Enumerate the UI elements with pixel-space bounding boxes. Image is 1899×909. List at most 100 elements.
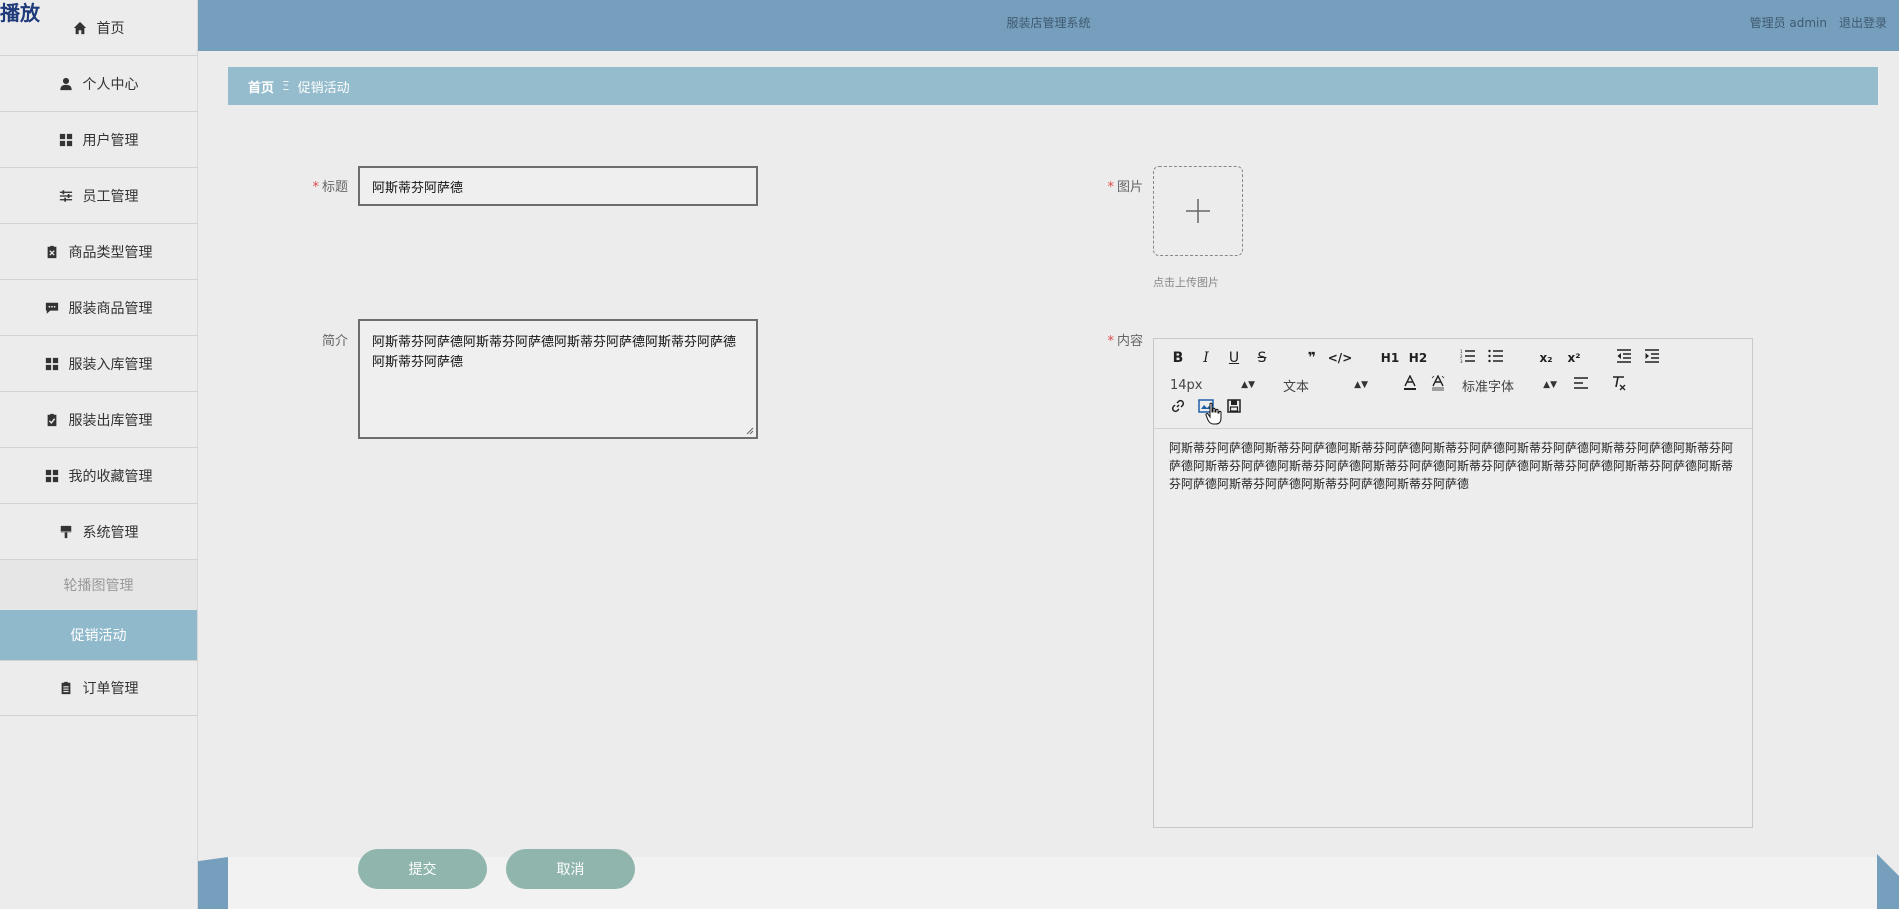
bullet-list-icon [1488,349,1503,363]
title-label-text: 标题 [321,180,348,195]
home-icon [73,21,87,35]
outdent-icon [1617,349,1631,363]
intro-label-text: 简介 [321,334,348,349]
link-icon [1171,399,1185,413]
intro-textarea[interactable]: 阿斯蒂芬阿萨德阿斯蒂芬阿萨德阿斯蒂芬阿萨德阿斯蒂芬阿萨德阿斯蒂芬阿萨德 [358,319,758,439]
subscript-button[interactable]: x₂ [1532,351,1560,365]
required-mark: * [312,180,319,195]
align-button[interactable] [1567,376,1595,394]
sidebar-item-label: 首页 [96,20,125,37]
ordered-list-icon: 123 [1460,349,1475,364]
background-color-button[interactable] [1424,374,1452,395]
underline-button[interactable]: U [1220,350,1248,366]
font-color-icon [1404,374,1416,390]
format-value: 文本 [1283,379,1310,395]
logout-link[interactable]: 退出登录 [1839,14,1887,31]
italic-button[interactable]: I [1192,350,1220,366]
clear-format-button[interactable] [1605,375,1633,395]
editor-toolbar: B I U S ❞ </> H1 H2 123 x₂ x² 14px ▲▼ 文本… [1154,339,1752,429]
sidebar-item-label: 服装入库管理 [68,356,153,373]
breadcrumb: 首页 Ξ 促销活动 [228,67,1878,105]
indent-icon [1645,349,1659,363]
indent-button[interactable] [1638,349,1666,367]
clear-format-icon [1613,376,1626,391]
superscript-button[interactable]: x² [1560,351,1588,365]
intro-textarea-value: 阿斯蒂芬阿萨德阿斯蒂芬阿萨德阿斯蒂芬阿萨德阿斯蒂芬阿萨德阿斯蒂芬阿萨德 [372,335,737,370]
sidebar-item-label: 系统管理 [82,524,139,541]
font-color-button[interactable] [1396,374,1424,395]
select-arrows-icon: ▲▼ [1543,380,1557,390]
app-title: 服装店管理系统 [1006,16,1091,30]
sidebar-item-label: 服装出库管理 [68,412,153,429]
logo: 播放 [0,1,40,25]
sidebar-item-orders[interactable]: 订单管理 [0,660,197,716]
grid-icon [59,133,73,147]
sidebar-subitem-carousel[interactable]: 轮播图管理 [0,560,197,610]
font-family-select[interactable]: 标准字体 ▲▼ [1462,376,1557,395]
sidebar-item-system[interactable]: 系统管理 [0,504,197,560]
select-arrows-icon: ▲▼ [1354,380,1368,390]
align-left-icon [1574,377,1588,389]
outdent-button[interactable] [1610,349,1638,367]
editor-content-area[interactable]: 阿斯蒂芬阿萨德阿斯蒂芬阿萨德阿斯蒂芬阿萨德阿斯蒂芬阿萨德阿斯蒂芬阿萨德阿斯蒂芬阿… [1154,429,1752,503]
header-user-area: 管理员 admin 退出登录 [1750,14,1887,31]
breadcrumb-home[interactable]: 首页 [248,77,274,96]
current-user: 管理员 admin [1749,16,1827,30]
cancel-button-label: 取消 [556,862,585,878]
sidebar-item-user-management[interactable]: 用户管理 [0,112,197,168]
sidebar-item-product-type[interactable]: 商品类型管理 [0,224,197,280]
select-arrows-icon: ▲▼ [1241,380,1255,390]
link-button[interactable] [1164,399,1192,417]
bottom-right-decoration [1877,854,1899,909]
strikethrough-button[interactable]: S [1248,350,1276,366]
sidebar-subitem-label: 轮播图管理 [63,578,134,594]
sidebar-subitem-promotion[interactable]: 促销活动 [0,610,197,660]
upload-hint: 点击上传图片 [1153,276,1219,289]
sidebar-item-label: 用户管理 [82,132,139,149]
grid-icon [45,357,59,371]
sidebar-item-stock-out[interactable]: 服装出库管理 [0,392,197,448]
brush-icon [59,525,73,539]
code-block-button[interactable]: </> [1326,351,1354,365]
required-mark: * [1107,334,1114,349]
format-select[interactable]: 文本 ▲▼ [1283,376,1368,395]
sidebar-item-stock-in[interactable]: 服装入库管理 [0,336,197,392]
image-label: * 图片 [1095,176,1143,195]
submit-button-label: 提交 [408,862,437,878]
sidebar-item-staff-management[interactable]: 员工管理 [0,168,197,224]
breadcrumb-separator: Ξ [282,79,290,93]
ordered-list-button[interactable]: 123 [1454,349,1482,367]
user-icon [59,77,73,91]
grid-icon [45,469,59,483]
sidebar-item-favorites[interactable]: 我的收藏管理 [0,448,197,504]
sidebar-item-personal-center[interactable]: 个人中心 [0,56,197,112]
sidebar-item-label: 商品类型管理 [68,244,153,261]
font-size-value: 14px [1170,377,1203,393]
bullet-list-button[interactable] [1482,349,1510,367]
clipboard-list-icon [59,681,73,695]
image-label-text: 图片 [1116,180,1143,195]
image-upload-box[interactable] [1153,166,1243,256]
clipboard-x-icon [45,245,59,259]
video-icon [1227,399,1241,413]
resize-handle-icon[interactable] [746,427,754,435]
sidebar-item-label: 订单管理 [82,681,139,697]
blockquote-button[interactable]: ❞ [1298,350,1326,366]
title-input[interactable]: 阿斯蒂芬阿萨德 [358,166,758,206]
sidebar-item-label: 员工管理 [82,188,139,205]
cancel-button[interactable]: 取消 [506,849,635,889]
heading1-button[interactable]: H1 [1376,351,1404,365]
content-label-text: 内容 [1116,334,1143,349]
editor-content-text: 阿斯蒂芬阿萨德阿斯蒂芬阿萨德阿斯蒂芬阿萨德阿斯蒂芬阿萨德阿斯蒂芬阿萨德阿斯蒂芬阿… [1169,441,1734,491]
sidebar-item-label: 服装商品管理 [68,300,153,317]
required-mark: * [1107,180,1114,195]
message-icon [45,301,59,315]
video-button[interactable] [1220,399,1248,417]
submit-button[interactable]: 提交 [358,849,487,889]
font-size-select[interactable]: 14px ▲▼ [1170,378,1255,393]
heading2-button[interactable]: H2 [1404,351,1432,365]
sidebar-item-label: 个人中心 [82,76,139,93]
svg-text:3: 3 [1460,359,1463,363]
sidebar-item-clothing-product[interactable]: 服装商品管理 [0,280,197,336]
bold-button[interactable]: B [1164,350,1192,366]
